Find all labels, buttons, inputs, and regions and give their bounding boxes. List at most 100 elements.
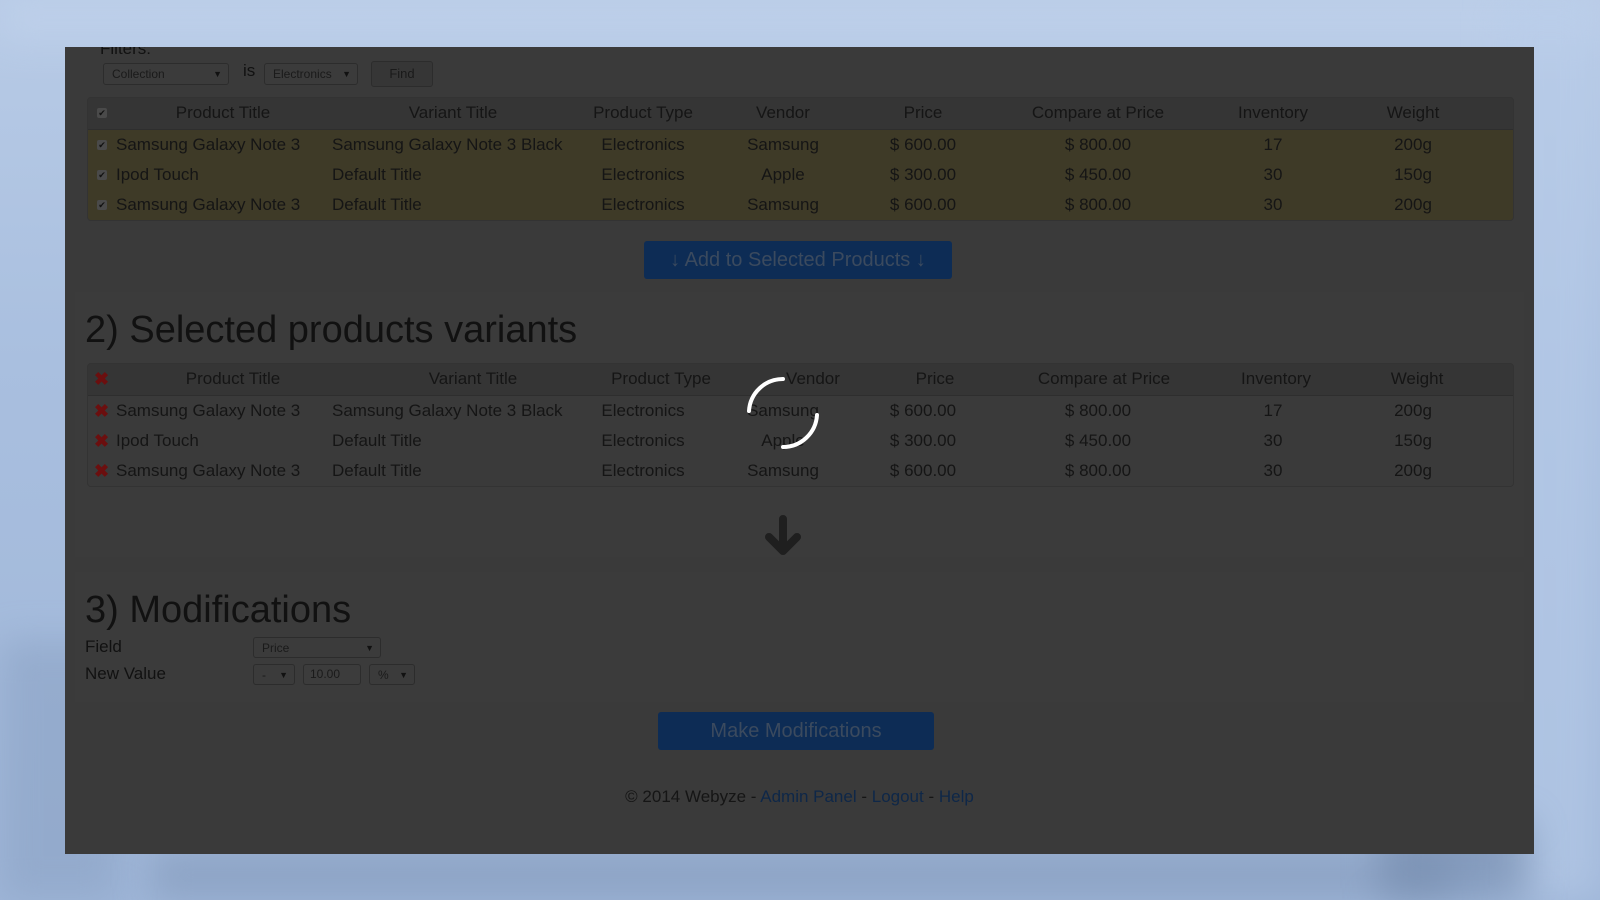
col-compare-at-price: Compare at Price: [1037, 369, 1171, 388]
col-product-title: Product Title: [175, 103, 271, 122]
chevron-down-icon: ▼: [342, 69, 351, 79]
cell-product-title: Samsung Galaxy Note 3: [116, 195, 301, 214]
cell-product-type: Electronics: [601, 461, 685, 480]
cell-compare-at-price: $ 800.00: [1064, 461, 1132, 480]
col-price: Price: [903, 103, 943, 122]
cell-vendor: Samsung: [747, 461, 819, 480]
cell-vendor: Apple: [761, 165, 805, 184]
filter-value-select[interactable]: Electronics ▼: [264, 63, 358, 85]
chevron-down-icon: ▼: [365, 643, 374, 653]
unit-select[interactable]: % ▼: [369, 664, 415, 685]
make-modifications-button[interactable]: Make Modifications: [658, 712, 934, 750]
col-variant-title: Variant Title: [428, 369, 518, 388]
operation-select[interactable]: - ▼: [253, 664, 295, 685]
cell-weight: 150g: [1394, 431, 1432, 450]
chevron-down-icon: ▼: [279, 670, 288, 680]
cell-inventory: 30: [1263, 195, 1283, 214]
filter-field-select[interactable]: Collection ▼: [103, 63, 229, 85]
cell-compare-at-price: $ 450.00: [1064, 431, 1132, 450]
filter-operator-label: is: [243, 61, 256, 80]
remove-row-icon[interactable]: ✖: [94, 462, 109, 480]
cell-variant-title: Default Title: [332, 195, 422, 214]
logout-link[interactable]: Logout: [872, 787, 924, 806]
cell-product-title: Samsung Galaxy Note 3: [116, 401, 301, 420]
loading-spinner-icon: [747, 376, 819, 450]
cell-inventory: 17: [1263, 401, 1283, 420]
cell-product-title: Ipod Touch: [116, 165, 199, 184]
row-checkbox[interactable]: ✔: [97, 200, 107, 210]
selected-variants-heading: 2) Selected products variants: [85, 309, 578, 351]
footer: © 2014 Webyze - Admin Panel - Logout - H…: [65, 787, 1534, 807]
col-product-type: Product Type: [593, 103, 693, 122]
table-header: ✔ Product Title Variant Title Product Ty…: [88, 98, 1513, 130]
operation-select-value: -: [262, 668, 266, 682]
cell-product-title: Samsung Galaxy Note 3: [116, 461, 301, 480]
admin-panel-link[interactable]: Admin Panel: [760, 787, 856, 806]
new-value-label: New Value: [85, 664, 166, 683]
arrow-down-icon: [765, 515, 801, 555]
table-row: ✔ Samsung Galaxy Note 3 Samsung Galaxy Not…: [88, 130, 1513, 160]
background-blur: [150, 850, 1450, 900]
amount-input[interactable]: 10.00: [303, 664, 361, 685]
cell-product-type: Electronics: [601, 165, 685, 184]
filter-field-value: Collection: [112, 67, 165, 81]
footer-separator: -: [856, 787, 872, 806]
remove-row-icon[interactable]: ✖: [94, 402, 109, 420]
table-row: ✖ Samsung Galaxy Note 3 Default Title Elect…: [88, 456, 1513, 486]
remove-all-icon[interactable]: ✖: [94, 370, 109, 388]
find-button[interactable]: Find: [371, 61, 433, 87]
add-to-selected-button[interactable]: ↓ Add to Selected Products ↓: [644, 241, 952, 279]
cell-price: $ 600.00: [889, 401, 957, 420]
col-product-type: Product Type: [611, 369, 711, 388]
cell-price: $ 300.00: [889, 165, 957, 184]
cell-price: $ 600.00: [889, 135, 957, 154]
cell-weight: 200g: [1394, 461, 1432, 480]
row-checkbox[interactable]: ✔: [97, 170, 107, 180]
footer-separator: -: [923, 787, 939, 806]
unit-select-value: %: [378, 668, 389, 682]
col-weight: Weight: [1386, 103, 1440, 122]
cell-inventory: 30: [1263, 431, 1283, 450]
row-checkbox[interactable]: ✔: [97, 140, 107, 150]
chevron-down-icon: ▼: [213, 69, 222, 79]
search-results-table: ✔ Product Title Variant Title Product Ty…: [87, 97, 1514, 221]
chevron-down-icon: ▼: [399, 670, 408, 680]
field-select[interactable]: Price ▼: [253, 637, 381, 658]
filter-value-value: Electronics: [273, 67, 332, 81]
cell-compare-at-price: $ 450.00: [1064, 165, 1132, 184]
filters-label: Filters:: [100, 47, 151, 58]
cell-price: $ 300.00: [889, 431, 957, 450]
cell-weight: 200g: [1394, 195, 1432, 214]
cell-variant-title: Samsung Galaxy Note 3 Black: [332, 401, 563, 420]
cell-variant-title: Default Title: [332, 165, 422, 184]
help-link[interactable]: Help: [939, 787, 974, 806]
cell-price: $ 600.00: [889, 461, 957, 480]
cell-compare-at-price: $ 800.00: [1064, 401, 1132, 420]
background-blur: [0, 0, 1600, 40]
col-compare-at-price: Compare at Price: [1031, 103, 1165, 122]
remove-row-icon[interactable]: ✖: [94, 432, 109, 450]
cell-compare-at-price: $ 800.00: [1064, 135, 1132, 154]
cell-vendor: Samsung: [747, 195, 819, 214]
copyright-text: © 2014 Webyze -: [625, 787, 761, 806]
col-vendor: Vendor: [756, 103, 810, 122]
cell-variant-title: Samsung Galaxy Note 3 Black: [332, 135, 563, 154]
cell-inventory: 30: [1263, 461, 1283, 480]
modifications-heading: 3) Modifications: [85, 589, 352, 631]
col-variant-title: Variant Title: [408, 103, 498, 122]
cell-variant-title: Default Title: [332, 461, 422, 480]
cell-inventory: 17: [1263, 135, 1283, 154]
cell-weight: 200g: [1394, 135, 1432, 154]
cell-weight: 150g: [1394, 165, 1432, 184]
modal-overlay-panel: Filters: Collection ▼ is Electronics ▼ F…: [65, 47, 1534, 854]
cell-product-title: Ipod Touch: [116, 431, 199, 450]
field-label: Field: [85, 637, 122, 656]
col-inventory: Inventory: [1238, 103, 1308, 122]
col-price: Price: [915, 369, 955, 388]
col-weight: Weight: [1390, 369, 1444, 388]
cell-inventory: 30: [1263, 165, 1283, 184]
cell-price: $ 600.00: [889, 195, 957, 214]
cell-product-type: Electronics: [601, 195, 685, 214]
table-row: ✔ Ipod Touch Default Title Electronics Apple…: [88, 160, 1513, 190]
select-all-checkbox[interactable]: ✔: [97, 108, 107, 118]
